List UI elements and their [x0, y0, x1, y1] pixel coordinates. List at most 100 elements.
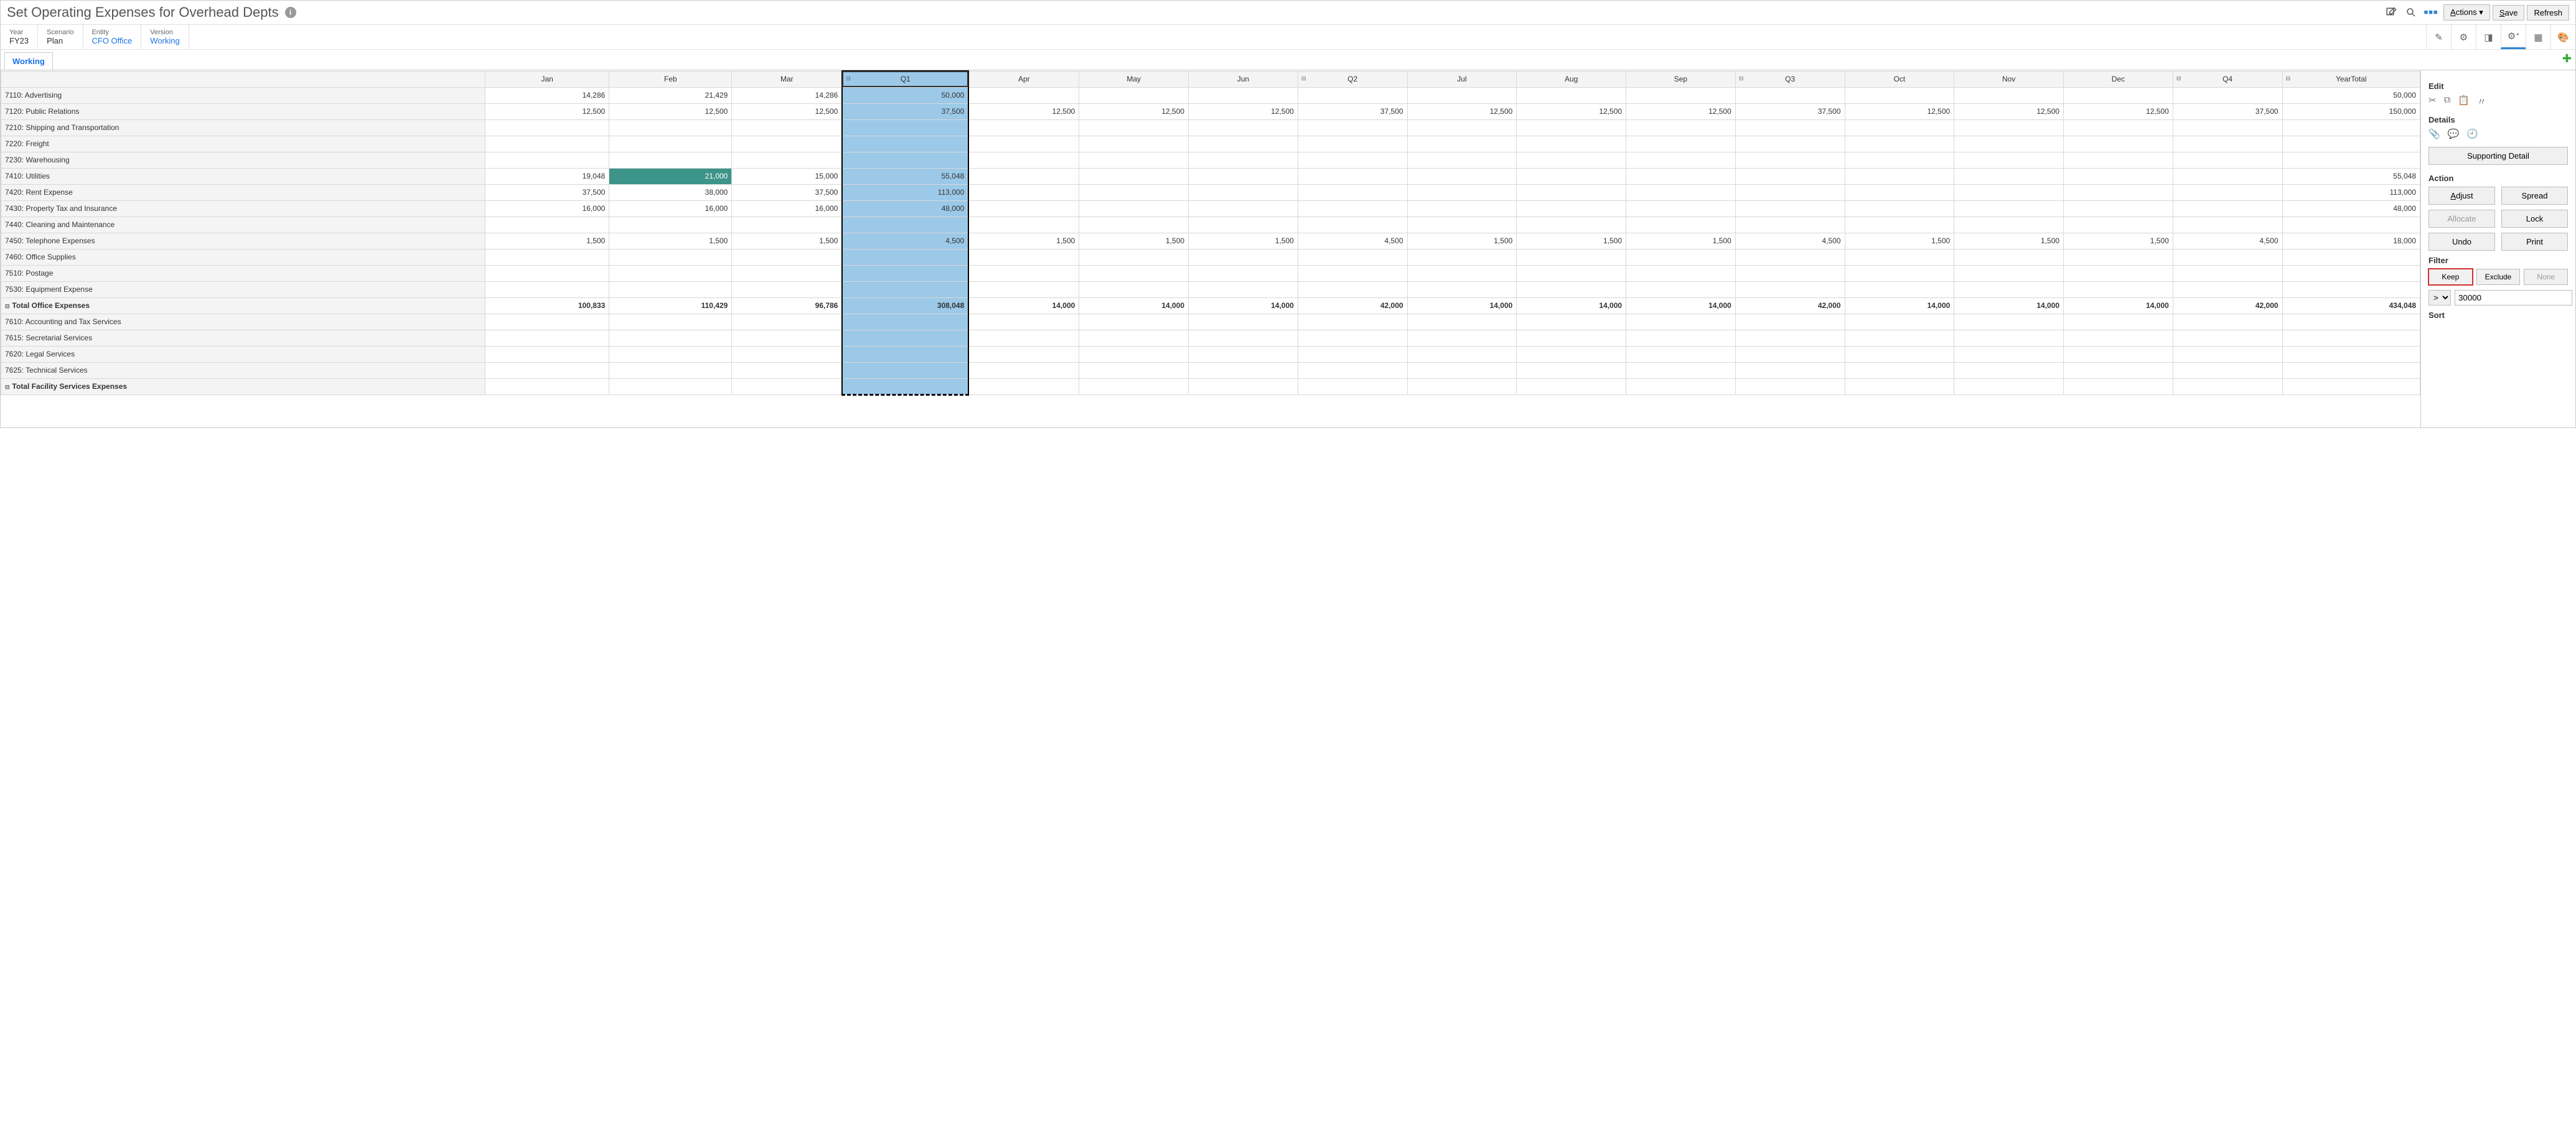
grid-cell[interactable]	[1298, 314, 1407, 330]
paste-icon[interactable]: 📋	[2458, 95, 2470, 108]
row-header[interactable]: 7120: Public Relations	[1, 103, 485, 119]
filter-operator-select[interactable]: >	[2428, 290, 2451, 305]
grid-cell[interactable]	[968, 314, 1079, 330]
grid-cell[interactable]: 1,500	[1954, 233, 2064, 249]
col-header[interactable]: Aug	[1517, 71, 1626, 87]
grid-cell[interactable]	[1407, 136, 1517, 152]
grid-cell[interactable]: 1,500	[1517, 233, 1626, 249]
grid-cell[interactable]	[1189, 378, 1298, 394]
grid-cell[interactable]	[1189, 200, 1298, 217]
grid-cell[interactable]	[485, 217, 609, 233]
grid-cell[interactable]	[1626, 265, 1736, 281]
grid-cell[interactable]	[1626, 249, 1736, 265]
grid-cell[interactable]: 37,500	[732, 184, 843, 200]
grid-cell[interactable]: 37,500	[842, 103, 968, 119]
grid-cell[interactable]: 48,000	[842, 200, 968, 217]
grid-cell[interactable]	[1954, 168, 2064, 184]
grid-cell[interactable]	[485, 281, 609, 297]
grid-cell[interactable]	[2282, 152, 2420, 168]
grid-cell[interactable]: 1,500	[1189, 233, 1298, 249]
grid-cell[interactable]: 12,500	[1626, 103, 1736, 119]
row-header[interactable]: 7110: Advertising	[1, 87, 485, 103]
grid-cell[interactable]	[1298, 119, 1407, 136]
actions-button[interactable]: Actions ▾	[2443, 4, 2490, 21]
grid-cell[interactable]	[1079, 184, 1189, 200]
grid-cell[interactable]	[1079, 346, 1189, 362]
grid-cell[interactable]	[1189, 87, 1298, 103]
grid-cell[interactable]	[1189, 152, 1298, 168]
grid-cell[interactable]	[1298, 152, 1407, 168]
grid-cell[interactable]	[1407, 378, 1517, 394]
grid-cell[interactable]	[1626, 346, 1736, 362]
grid-cell[interactable]	[1079, 314, 1189, 330]
grid-cell[interactable]	[1517, 330, 1626, 346]
keep-button[interactable]: Keep	[2428, 269, 2473, 285]
grid-cell[interactable]: 50,000	[842, 87, 968, 103]
grid-cell[interactable]: 308,048	[842, 297, 968, 314]
grid-cell[interactable]	[2173, 314, 2282, 330]
search-icon[interactable]	[2403, 4, 2419, 21]
grid-cell[interactable]	[1189, 330, 1298, 346]
col-header[interactable]: Q3	[1735, 71, 1845, 87]
grid-cell[interactable]	[842, 330, 968, 346]
col-header[interactable]: Nov	[1954, 71, 2064, 87]
grid-cell[interactable]	[1298, 265, 1407, 281]
grid-cell[interactable]	[1189, 346, 1298, 362]
grid-cell[interactable]	[1626, 152, 1736, 168]
grid-cell[interactable]	[1517, 168, 1626, 184]
grid-cell[interactable]: 113,000	[2282, 184, 2420, 200]
grid-cell[interactable]	[1735, 168, 1845, 184]
grid-cell[interactable]: 12,500	[1079, 103, 1189, 119]
grid-cell[interactable]	[1954, 314, 2064, 330]
grid-cell[interactable]: 14,000	[1517, 297, 1626, 314]
pov-entity[interactable]: Entity CFO Office	[83, 25, 142, 49]
grid-cell[interactable]	[1298, 281, 1407, 297]
grid-cell[interactable]	[842, 362, 968, 378]
grid-cell[interactable]	[2173, 217, 2282, 233]
grid-cell[interactable]	[1735, 249, 1845, 265]
grid-cell[interactable]	[732, 362, 843, 378]
data-grid[interactable]: JanFebMarQ1AprMayJunQ2JulAugSepQ3OctNovD…	[1, 70, 2420, 396]
grid-cell[interactable]	[1189, 265, 1298, 281]
grid-cell[interactable]	[1407, 314, 1517, 330]
grid-cell[interactable]	[1845, 346, 1954, 362]
grid-cell[interactable]	[1298, 362, 1407, 378]
col-header[interactable]: Oct	[1845, 71, 1954, 87]
grid-cell[interactable]: 42,000	[1298, 297, 1407, 314]
grid-cell[interactable]	[1845, 249, 1954, 265]
grid-cell[interactable]	[2173, 184, 2282, 200]
grid-cell[interactable]	[1735, 200, 1845, 217]
col-header[interactable]: Q4	[2173, 71, 2282, 87]
grid-cell[interactable]	[1189, 249, 1298, 265]
grid-cell[interactable]	[732, 265, 843, 281]
grid-cell[interactable]	[1954, 200, 2064, 217]
grid-cell[interactable]: 55,048	[2282, 168, 2420, 184]
palette-icon[interactable]: 🎨	[2550, 25, 2575, 49]
grid-cell[interactable]	[1189, 281, 1298, 297]
grid-cell[interactable]	[968, 265, 1079, 281]
grid-cell[interactable]	[2064, 249, 2173, 265]
grid-cell[interactable]: 16,000	[485, 200, 609, 217]
row-header[interactable]: Total Office Expenses	[1, 297, 485, 314]
col-header[interactable]: Dec	[2064, 71, 2173, 87]
supporting-detail-button[interactable]: Supporting Detail	[2428, 147, 2568, 165]
grid-cell[interactable]	[1298, 184, 1407, 200]
grid-cell[interactable]	[1954, 152, 2064, 168]
grid-cell[interactable]	[1954, 265, 2064, 281]
grid-cell[interactable]: 12,500	[1954, 103, 2064, 119]
grid-cell[interactable]	[1517, 362, 1626, 378]
col-header[interactable]: Mar	[732, 71, 843, 87]
copy-icon[interactable]: ⧉	[2444, 95, 2451, 108]
grid-cell[interactable]	[1407, 362, 1517, 378]
grid-cell[interactable]	[1626, 168, 1736, 184]
grid-cell[interactable]	[968, 346, 1079, 362]
grid-cell[interactable]	[1735, 362, 1845, 378]
grid-cell[interactable]: 42,000	[1735, 297, 1845, 314]
grid-cell[interactable]	[1517, 378, 1626, 394]
row-header[interactable]: 7625: Technical Services	[1, 362, 485, 378]
grid-cell[interactable]	[2173, 362, 2282, 378]
grid-cell[interactable]	[485, 249, 609, 265]
grid-cell[interactable]	[2064, 378, 2173, 394]
grid-cell[interactable]	[609, 330, 732, 346]
grid-cell[interactable]: 12,500	[1517, 103, 1626, 119]
